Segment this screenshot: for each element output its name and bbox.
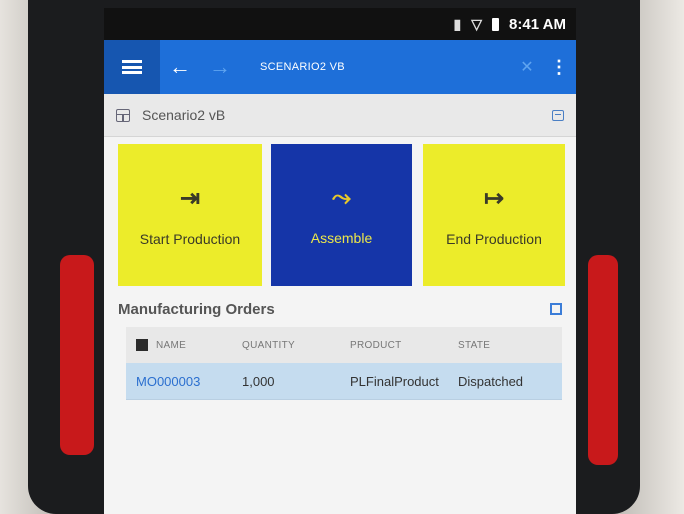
order-name[interactable]: MO000003	[126, 374, 232, 389]
table-header: NAME QUANTITY PRODUCT STATE	[126, 327, 562, 363]
kebab-menu-icon[interactable]: ⋮	[542, 57, 576, 78]
device-bumper-right	[588, 255, 618, 465]
app-bar: ← → SCENARIO2 VB ✕ ⋮	[104, 40, 576, 94]
col-state-header[interactable]: STATE	[448, 340, 554, 351]
order-quantity: 1,000	[242, 373, 275, 389]
start-production-icon: ⇥	[179, 184, 201, 212]
layout-grid-icon	[116, 108, 130, 122]
col-product-header[interactable]: PRODUCT	[340, 340, 448, 351]
col-name-header[interactable]: NAME	[126, 339, 232, 351]
hamburger-icon[interactable]	[104, 40, 160, 94]
end-production-label: End Production	[446, 230, 542, 247]
assemble-icon: ⤳	[331, 184, 352, 211]
orders-title: Manufacturing Orders	[118, 300, 275, 318]
col-quantity-header[interactable]: QUANTITY	[232, 340, 340, 351]
orders-table: NAME QUANTITY PRODUCT STATE MO000003 1,0…	[126, 327, 562, 400]
status-time: 8:41 AM	[509, 15, 566, 33]
end-production-button[interactable]: ↦ End Production	[423, 144, 565, 286]
view-title-bar: Scenario2 vB	[104, 94, 576, 137]
fullscreen-icon[interactable]	[550, 303, 562, 315]
order-state: Dispatched	[458, 373, 524, 389]
table-row[interactable]: MO000003 1,000 PLFinalProduct Dispatched	[126, 363, 562, 400]
order-product: PLFinalProduct	[350, 373, 439, 389]
close-icon[interactable]: ✕	[512, 57, 542, 77]
wifi-icon: ▽	[471, 15, 483, 32]
forward-arrow-icon[interactable]: →	[200, 54, 240, 80]
vibrate-icon: ▮	[453, 15, 462, 32]
end-production-icon: ↦	[483, 184, 505, 212]
device-bumper-left	[60, 255, 94, 455]
status-bar: ▮ ▽ 8:41 AM	[104, 8, 576, 40]
view-title: Scenario2 vB	[142, 107, 226, 123]
start-production-label: Start Production	[139, 230, 241, 247]
start-production-button[interactable]: ⇥ Start Production	[118, 144, 262, 286]
panel-toggle-icon[interactable]	[552, 109, 564, 121]
assemble-button[interactable]: ⤳ Assemble	[271, 144, 412, 286]
device-screen: ▮ ▽ 8:41 AM ← → SCENARIO2 VB ✕ ⋮ Scenari…	[104, 8, 576, 514]
select-all-checkbox[interactable]	[136, 339, 148, 351]
app-title: SCENARIO2 VB	[260, 61, 345, 73]
assemble-label: Assemble	[310, 230, 373, 246]
orders-header: Manufacturing Orders	[104, 291, 576, 327]
action-tiles: ⇥ Start Production ⤳ Assemble ↦ End Prod…	[104, 137, 576, 287]
battery-icon	[492, 17, 500, 31]
back-arrow-icon[interactable]: ←	[160, 54, 200, 80]
